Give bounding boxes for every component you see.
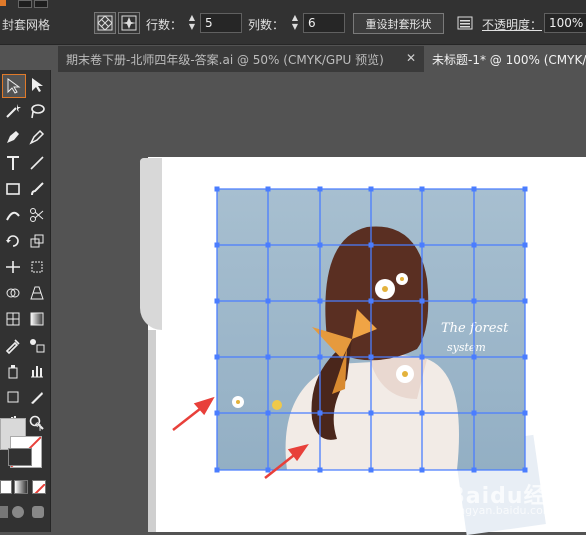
- watermark-url: jingyan.baidu.com: [452, 504, 554, 517]
- annotation-arrows: [172, 396, 309, 479]
